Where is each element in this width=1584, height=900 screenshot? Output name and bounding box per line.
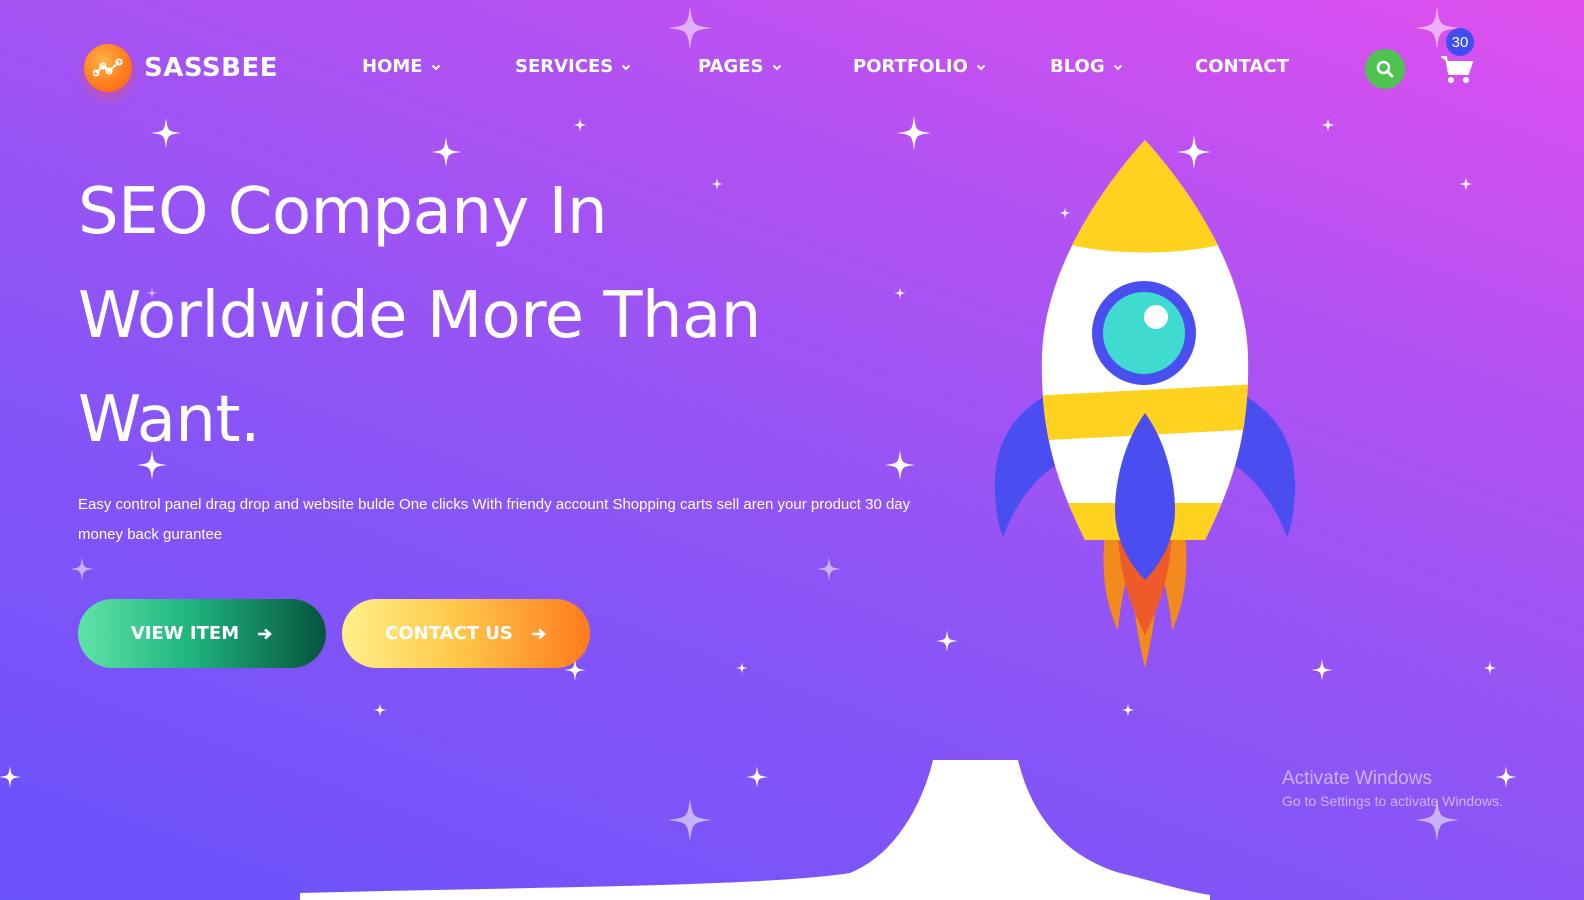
button-label: CONTACT US [385, 623, 513, 644]
hero-title-line: SEO Company In [78, 175, 608, 249]
nav-item-label: PAGES [698, 56, 764, 77]
chevron-down-icon [431, 64, 440, 70]
nav-item-pages[interactable]: PAGES [698, 56, 782, 77]
nav-item-label: BLOG [1050, 56, 1105, 77]
nav-item-label: HOME [362, 56, 423, 77]
chevron-down-icon [622, 64, 631, 70]
button-label: VIEW ITEM [130, 623, 240, 644]
arrow-right-icon [258, 628, 273, 639]
watermark-title: Activate Windows [1282, 768, 1432, 789]
nav-item-label: CONTACT [1195, 56, 1289, 77]
chevron-down-icon [772, 64, 781, 70]
hero-title: SEO Company In Worldwide More Than Want. [78, 160, 838, 472]
hero-title-line: Want. [78, 383, 260, 457]
nav-item-services[interactable]: SERVICES [515, 56, 631, 77]
nav-item-label: PORTFOLIO [853, 56, 968, 77]
chevron-down-icon [1113, 64, 1122, 70]
nav-item-home[interactable]: HOME [362, 56, 441, 77]
hero-title-line: Worldwide More Than [78, 279, 761, 353]
nav-item-portfolio[interactable]: PORTFOLIO [853, 56, 986, 77]
contact-us-button[interactable]: CONTACT US [342, 599, 590, 668]
brand-logo[interactable]: SASSBEE [84, 44, 278, 92]
hero-description: Easy control panel drag drop and website… [78, 496, 911, 543]
nav-item-contact[interactable]: CONTACT [1195, 56, 1289, 77]
rocket-illustration [995, 140, 1295, 668]
cart-icon[interactable] [1440, 54, 1474, 86]
view-item-button[interactable]: VIEW ITEM [78, 599, 326, 668]
site-header: SASSBEE HOME SERVICES PAGES PORTFOLIO BL… [0, 0, 1584, 140]
brand-name: SASSBEE [144, 53, 278, 83]
windows-activation-watermark: Activate Windows Go to Settings to activ… [1282, 768, 1503, 812]
nav-item-label: SERVICES [515, 56, 614, 77]
search-button[interactable] [1365, 49, 1405, 89]
chart-line-icon [84, 44, 132, 92]
arrow-right-icon [531, 628, 546, 639]
chevron-down-icon [976, 64, 986, 70]
search-icon [1376, 60, 1394, 78]
nav-item-blog[interactable]: BLOG [1050, 56, 1123, 77]
watermark-subtitle: Go to Settings to activate Windows. [1282, 793, 1503, 809]
cart-count-badge: 30 [1446, 28, 1474, 56]
